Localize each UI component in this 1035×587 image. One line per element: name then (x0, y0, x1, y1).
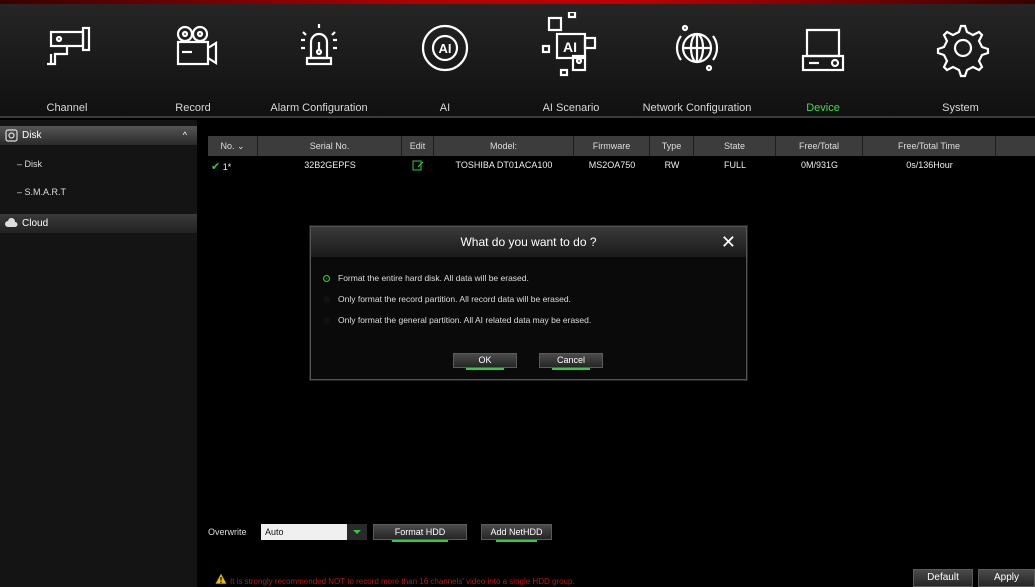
hdd-device-icon (801, 28, 845, 72)
camera-bullet-icon (47, 26, 91, 66)
col-model: Model: (434, 136, 574, 156)
edit-icon[interactable] (402, 160, 434, 173)
cell-firmware: MS2OA750 (588, 160, 636, 170)
nav-label: AI (439, 102, 451, 114)
dash-icon: – (17, 187, 25, 197)
disk-table-header: No. ⌄ Serial No. Edit Model: Firmware Ty… (208, 136, 1035, 156)
cell-free-total: 0M/931G (800, 160, 839, 170)
cell-state: FULL (723, 160, 746, 170)
nav-ai-scenario[interactable]: AI AI Scenario (508, 6, 634, 116)
radio-unselected[interactable] (323, 296, 330, 304)
nav-device[interactable]: Device (760, 6, 886, 116)
nav-label: Device (806, 102, 840, 114)
globe-network-icon (675, 24, 719, 72)
sidebar-item-disk[interactable]: – Disk (17, 159, 42, 169)
cancel-button[interactable]: Cancel (539, 353, 603, 370)
nav-system[interactable]: System (886, 6, 1035, 116)
button-label: Format HDD (394, 527, 446, 537)
video-camera-icon (176, 25, 218, 66)
sidebar-header-label: Disk (22, 130, 42, 141)
button-underline (495, 540, 538, 542)
chevron-up-icon[interactable]: ^ (183, 126, 187, 145)
nav-ai[interactable]: AI AI (382, 6, 508, 116)
nav-alarm-configuration[interactable]: Alarm Configuration (256, 6, 382, 116)
col-edit: Edit (402, 136, 434, 156)
alarm-siren-icon (301, 24, 337, 66)
cell-serial: 32B2GEPFS (304, 160, 356, 170)
dialog-title: What do you want to do ? (311, 227, 746, 257)
top-nav-bar: Channel Record Alarm Configuration AI AI… (0, 0, 1035, 118)
nav-label: AI Scenario (542, 102, 600, 114)
nav-label: Alarm Configuration (270, 102, 368, 114)
option-format-general-partition[interactable]: Only format the general partition. All A… (323, 314, 591, 326)
sidebar-header-disk[interactable]: Disk ^ (0, 126, 197, 145)
option-label: Format the entire hard disk. All data wi… (338, 273, 529, 283)
sidebar-item-label: Disk (24, 159, 43, 169)
col-type: Type (650, 136, 694, 156)
warning-text: It is strongly recommended NOT to record… (230, 577, 575, 586)
sidebar: Disk ^ – Disk – S.M.A.R.T Cloud (0, 120, 197, 587)
ai-brain-icon: AI (421, 24, 469, 72)
col-no[interactable]: No. ⌄ (208, 136, 258, 156)
overwrite-select[interactable]: Auto (261, 524, 367, 540)
button-label: Default (927, 572, 959, 583)
radio-unselected[interactable] (323, 317, 330, 325)
col-state: State (694, 136, 776, 156)
cell-type: RW (664, 160, 680, 170)
default-button[interactable]: Default (913, 569, 973, 587)
radio-selected[interactable] (323, 275, 330, 283)
add-nethdd-button[interactable]: Add NetHDD (481, 524, 552, 542)
disk-icon (5, 129, 18, 142)
nav-label: Network Configuration (642, 102, 752, 114)
row-checkbox[interactable]: ✔ 1* (208, 160, 244, 173)
nav-channel[interactable]: Channel (4, 6, 130, 116)
warning-icon (214, 572, 228, 585)
button-underline (466, 368, 504, 370)
col-free-total: Free/Total (776, 136, 863, 156)
chevron-down-icon[interactable] (347, 524, 367, 540)
sidebar-item-smart[interactable]: – S.M.A.R.T (17, 187, 66, 197)
nav-label: System (942, 102, 979, 114)
cell-model: TOSHIBA DT01ACA100 (455, 160, 553, 170)
button-label: Cancel (556, 355, 585, 365)
apply-button[interactable]: Apply (978, 569, 1035, 587)
checkmark-icon[interactable]: ✔ (211, 161, 220, 173)
sidebar-header-label: Cloud (22, 218, 49, 229)
cloud-icon (5, 217, 18, 227)
button-underline (552, 368, 590, 370)
col-serial: Serial No. (258, 136, 402, 156)
ai-scenario-icon: AI (541, 12, 597, 77)
sidebar-item-label: S.M.A.R.T (24, 187, 67, 197)
nav-label: Channel (46, 102, 88, 114)
option-label: Only format the general partition. All A… (338, 315, 592, 325)
close-icon[interactable]: ✕ (721, 231, 736, 253)
option-format-record-partition[interactable]: Only format the record partition. All re… (323, 293, 571, 305)
option-label: Only format the record partition. All re… (338, 294, 571, 304)
top-accent-line (0, 0, 1035, 4)
col-firmware: Firmware (574, 136, 650, 156)
nav-label: Record (175, 102, 211, 114)
cell-no: 1* (222, 162, 232, 172)
svg-text:AI: AI (439, 41, 452, 56)
format-dialog: What do you want to do ? ✕ Format the en… (310, 226, 747, 380)
select-value: Auto (265, 527, 284, 537)
nav-record[interactable]: Record (130, 6, 256, 116)
nav-network-configuration[interactable]: Network Configuration (634, 6, 760, 116)
button-underline (392, 540, 448, 542)
button-label: OK (478, 355, 492, 365)
ok-button[interactable]: OK (453, 353, 517, 370)
button-label: Add NetHDD (490, 527, 543, 537)
format-hdd-button[interactable]: Format HDD (373, 524, 467, 542)
gear-icon (936, 24, 989, 78)
cell-free-total-time: 0s/136Hour (906, 160, 953, 170)
overwrite-label: Overwrite (208, 527, 247, 537)
chevron-down-icon: ⌄ (236, 141, 245, 151)
col-free-total-time: Free/Total Time (863, 136, 996, 156)
svg-text:AI: AI (563, 39, 577, 55)
option-format-entire-disk[interactable]: Format the entire hard disk. All data wi… (323, 272, 529, 284)
dash-icon: – (17, 159, 25, 169)
button-label: Apply (993, 572, 1019, 583)
sidebar-header-cloud[interactable]: Cloud (0, 214, 197, 233)
